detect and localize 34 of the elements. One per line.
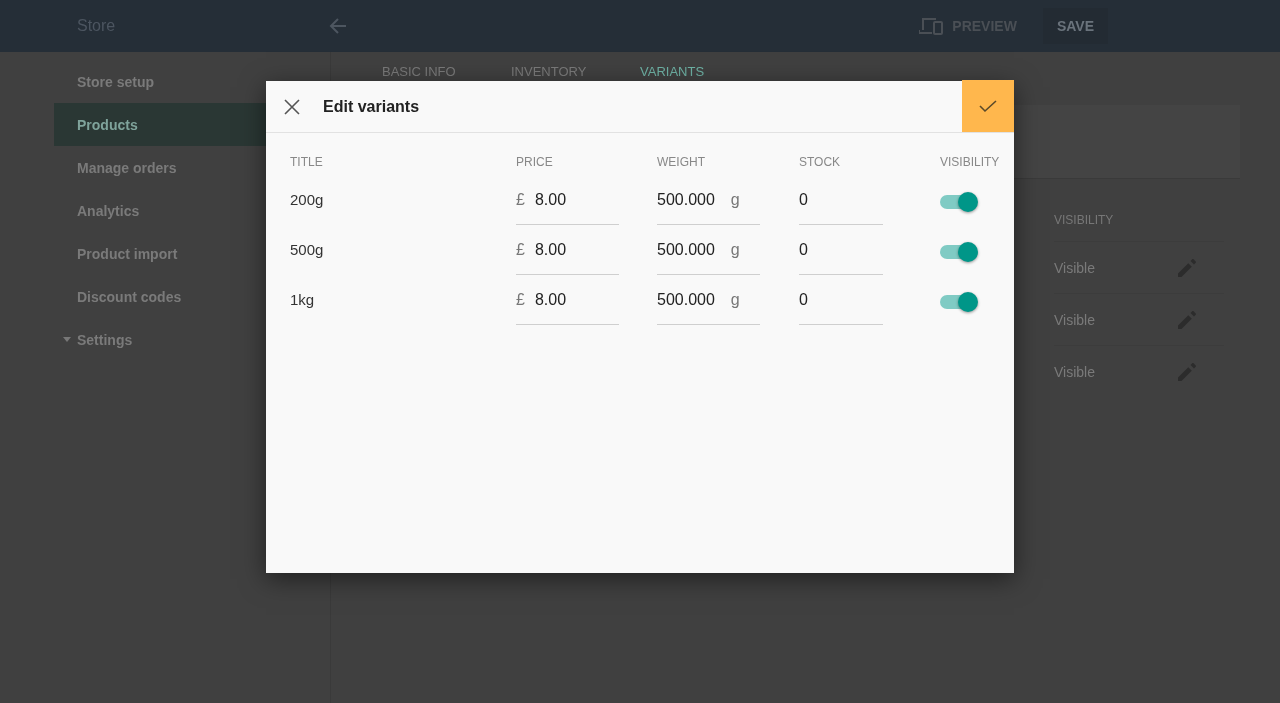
visibility-toggle[interactable] <box>940 295 976 309</box>
column-header: TITLE <box>290 155 324 171</box>
visibility-toggle[interactable] <box>940 245 976 259</box>
weight-field[interactable]: 500.000 g <box>657 181 760 225</box>
table-cell: Visible <box>1054 259 1095 276</box>
column-header: VISIBILITY <box>940 155 1001 171</box>
save-button[interactable]: SAVE <box>1042 8 1108 44</box>
weight-field[interactable]: 500.000 g <box>657 281 760 325</box>
column-header: STOCK <box>799 155 842 171</box>
price-field[interactable]: £ 8.00 <box>516 231 619 275</box>
sidebar-item[interactable]: Settings <box>54 318 330 361</box>
column-header: PRICE <box>516 155 554 171</box>
price-field[interactable]: £ 8.00 <box>516 181 619 225</box>
stock-field[interactable]: 0 <box>799 231 883 275</box>
variant-title: 200g <box>290 190 325 210</box>
tab[interactable]: INVENTORY <box>511 64 640 80</box>
price-field[interactable]: £ 8.00 <box>516 281 619 325</box>
confirm-button[interactable] <box>962 80 1014 132</box>
table-cell: Visible <box>1054 311 1095 328</box>
table-cell: Visible <box>1054 363 1095 380</box>
caret-icon <box>63 337 71 342</box>
back-arrow-icon[interactable] <box>328 16 348 36</box>
stock-field[interactable]: 0 <box>799 281 883 325</box>
tab[interactable]: VARIANTS <box>640 64 769 80</box>
visibility-toggle[interactable] <box>940 195 976 209</box>
variant-title: 500g <box>290 240 325 260</box>
devices-icon <box>919 17 944 35</box>
column-header: WEIGHT <box>657 155 706 171</box>
checkmark-icon <box>979 99 997 113</box>
stock-field[interactable]: 0 <box>799 181 883 225</box>
variant-title: 1kg <box>290 290 316 310</box>
tab[interactable]: BASIC INFO <box>382 64 511 80</box>
close-icon[interactable] <box>284 98 300 115</box>
weight-field[interactable]: 500.000 g <box>657 231 760 275</box>
